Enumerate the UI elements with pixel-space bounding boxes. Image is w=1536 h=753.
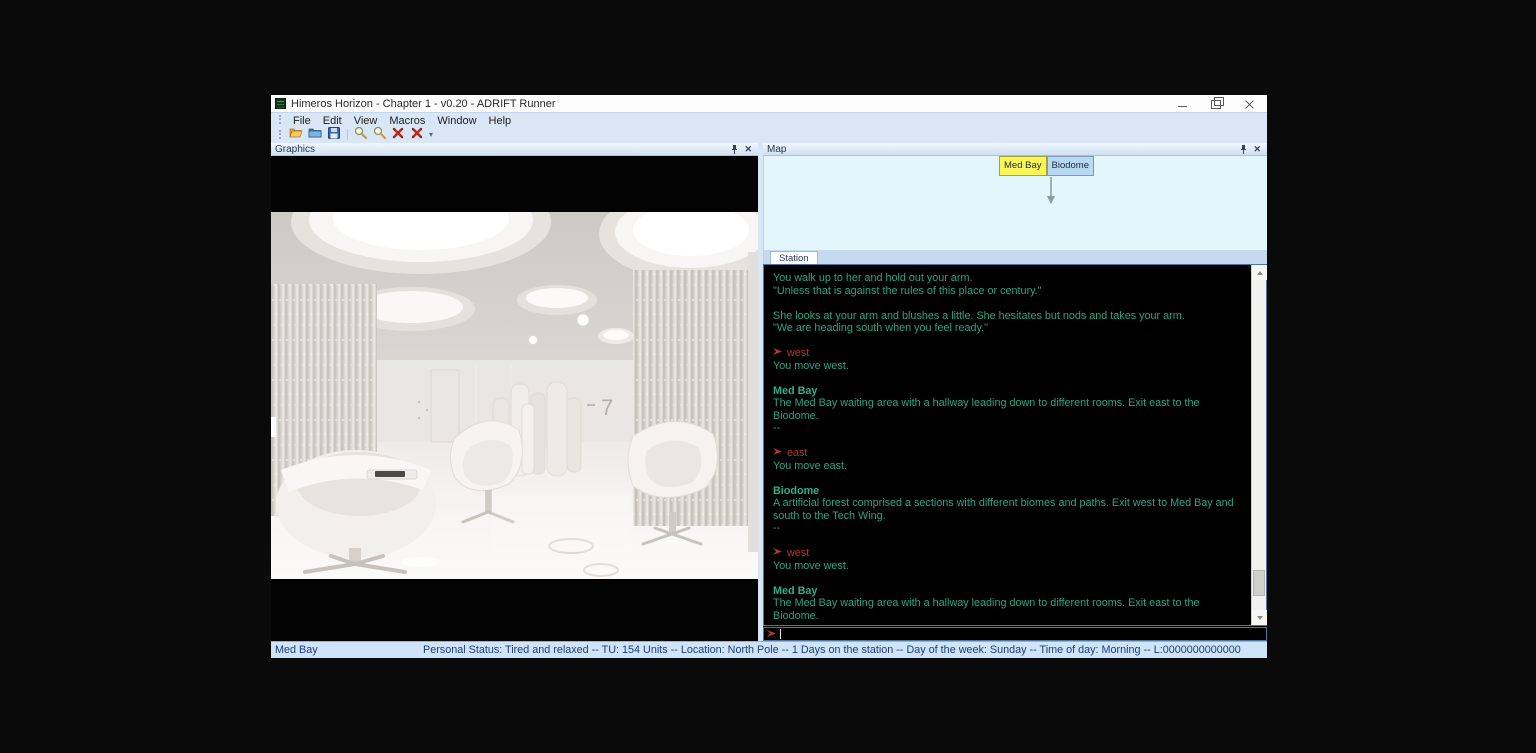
toolbar-separator bbox=[347, 129, 348, 140]
story-line: "We are heading south when you feel read… bbox=[773, 322, 1247, 335]
map-exit-arrow bbox=[1045, 177, 1057, 205]
magnifier-icon bbox=[373, 126, 386, 144]
title-bar[interactable]: Himeros Horizon - Chapter 1 - v0.20 - AD… bbox=[271, 95, 1267, 112]
story-line: The Med Bay waiting area with a hallway … bbox=[773, 597, 1247, 622]
blank-line bbox=[773, 372, 1247, 385]
folder-blue-icon bbox=[308, 126, 322, 144]
story-line: You move west. bbox=[773, 360, 1247, 373]
pin-icon[interactable] bbox=[731, 145, 738, 154]
close-icon[interactable]: ✕ bbox=[1253, 145, 1261, 154]
story-line: "Unless that is against the rules of thi… bbox=[773, 285, 1247, 298]
status-room: Med Bay bbox=[271, 644, 423, 656]
window-title: Himeros Horizon - Chapter 1 - v0.20 - AD… bbox=[291, 98, 556, 110]
zoom-in-button[interactable] bbox=[351, 127, 369, 142]
toolbar-grip bbox=[279, 130, 282, 139]
close-icon[interactable]: ✕ bbox=[744, 145, 752, 154]
command-input[interactable] bbox=[763, 627, 1267, 641]
restore-button[interactable] bbox=[1211, 99, 1222, 109]
map-panel-header: Map ✕ bbox=[763, 143, 1267, 156]
import-button[interactable] bbox=[306, 127, 324, 142]
command-echo: west bbox=[773, 347, 1247, 360]
floppy-icon bbox=[328, 126, 340, 144]
app-icon bbox=[275, 98, 286, 109]
clear-button-1[interactable] bbox=[389, 127, 407, 142]
map-room-med-bay[interactable]: Med Bay bbox=[999, 156, 1047, 176]
command-echo: east bbox=[773, 447, 1247, 460]
graphics-viewport: 7 bbox=[271, 156, 758, 641]
prompt-arrow-icon bbox=[773, 447, 783, 460]
magnifier-icon bbox=[354, 126, 367, 144]
scroll-down-button[interactable] bbox=[1252, 610, 1267, 625]
map-room-biodome[interactable]: Biodome bbox=[1047, 156, 1095, 176]
room-photo: 7 bbox=[271, 212, 758, 579]
status-bar: Med Bay Personal Status: Tired and relax… bbox=[271, 641, 1267, 658]
prompt-arrow-icon bbox=[773, 347, 783, 360]
adrift-runner-window: Himeros Horizon - Chapter 1 - v0.20 - AD… bbox=[271, 95, 1267, 658]
tab-station[interactable]: Station bbox=[770, 251, 818, 264]
scrollbar-thumb[interactable] bbox=[1253, 570, 1265, 596]
blank-line bbox=[773, 335, 1247, 348]
story-output-panel[interactable]: You walk up to her and hold out your arm… bbox=[763, 264, 1267, 626]
red-x-icon bbox=[392, 126, 404, 144]
map-panel-title: Map bbox=[767, 144, 1240, 155]
close-button[interactable] bbox=[1244, 99, 1255, 109]
menu-item-macros[interactable]: Macros bbox=[383, 115, 431, 127]
open-button[interactable] bbox=[287, 127, 305, 142]
red-x-icon bbox=[411, 126, 423, 144]
graphics-panel: Graphics ✕ bbox=[271, 143, 758, 641]
story-line: You walk up to her and hold out your arm… bbox=[773, 272, 1247, 285]
status-text: Personal Status: Tired and relaxed -- TU… bbox=[423, 644, 1267, 656]
story-line: -- bbox=[773, 522, 1247, 535]
room-title: Biodome bbox=[773, 485, 1247, 498]
toolbar-overflow-button[interactable]: ▾ bbox=[429, 131, 433, 139]
map-tab-strip: Station bbox=[763, 250, 1267, 264]
prompt-arrow-icon bbox=[773, 547, 783, 560]
menu-bar: FileEditViewMacrosWindowHelp bbox=[271, 112, 1267, 126]
story-transcript: You walk up to her and hold out your arm… bbox=[764, 265, 1251, 625]
blank-line bbox=[773, 572, 1247, 585]
map-canvas[interactable]: Med BayBiodome bbox=[763, 156, 1267, 250]
minimize-button[interactable] bbox=[1178, 99, 1189, 109]
story-line: -- bbox=[773, 422, 1247, 435]
room-title: Med Bay bbox=[773, 585, 1247, 598]
toolbar: ▾ bbox=[271, 126, 1267, 143]
room-title: Med Bay bbox=[773, 385, 1247, 398]
menu-item-help[interactable]: Help bbox=[483, 115, 518, 127]
graphics-panel-title: Graphics bbox=[275, 144, 731, 155]
scrollbar[interactable] bbox=[1251, 265, 1266, 625]
svg-text:7: 7 bbox=[601, 395, 613, 420]
story-line: You move west. bbox=[773, 560, 1247, 573]
story-line: The Med Bay waiting area with a hallway … bbox=[773, 397, 1247, 422]
menu-grip bbox=[279, 115, 282, 124]
blank-line bbox=[773, 435, 1247, 448]
save-button[interactable] bbox=[325, 127, 343, 142]
zoom-out-button[interactable] bbox=[370, 127, 388, 142]
folder-open-icon bbox=[289, 126, 303, 144]
blank-line bbox=[773, 472, 1247, 485]
story-line: She looks at your arm and blushes a litt… bbox=[773, 310, 1247, 323]
story-line: A artificial forest comprised a sections… bbox=[773, 497, 1247, 522]
menu-item-window[interactable]: Window bbox=[431, 115, 482, 127]
clear-button-2[interactable] bbox=[408, 127, 426, 142]
story-line: -- bbox=[773, 622, 1247, 625]
blank-line bbox=[773, 297, 1247, 310]
blank-line bbox=[773, 535, 1247, 548]
text-caret bbox=[780, 629, 781, 639]
story-line: You move east. bbox=[773, 460, 1247, 473]
scroll-up-button[interactable] bbox=[1252, 265, 1267, 280]
pin-icon[interactable] bbox=[1240, 145, 1247, 154]
command-echo: west bbox=[773, 547, 1247, 560]
prompt-arrow-icon bbox=[767, 625, 777, 643]
